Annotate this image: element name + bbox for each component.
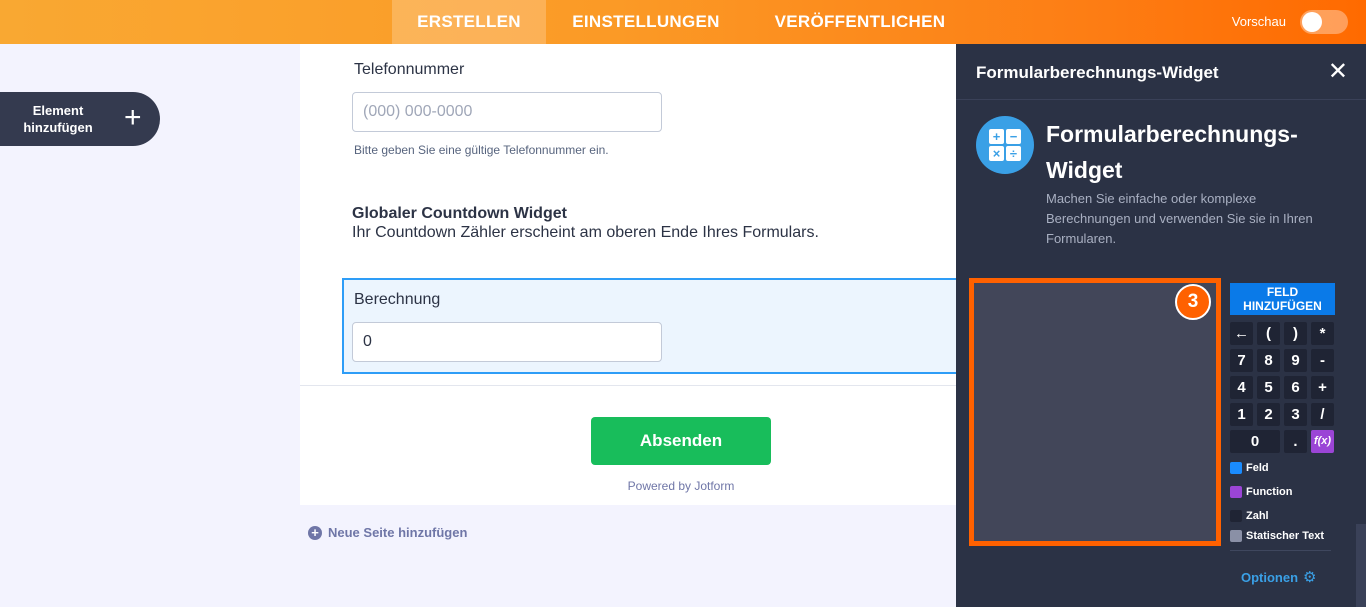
plus-circle-icon: + <box>308 525 322 540</box>
divider <box>300 385 956 386</box>
calculation-label: Berechnung <box>354 291 441 308</box>
keypad-key[interactable]: ( <box>1257 322 1280 345</box>
keypad-key[interactable]: 7 <box>1230 349 1253 372</box>
add-field-button[interactable]: FELD HINZUFÜGEN <box>1230 283 1335 315</box>
legend-feld: Feld <box>1230 462 1269 474</box>
legend-swatch <box>1230 530 1242 542</box>
keypad-key[interactable]: 0 <box>1230 430 1280 453</box>
widget-settings-panel: Formularberechnungs-Widget ✕ + − × ÷ Formu… <box>956 44 1366 607</box>
legend-swatch <box>1230 510 1242 522</box>
options-button[interactable]: Optionen ⚙ <box>1241 568 1317 586</box>
countdown-title: Globaler Countdown Widget <box>352 205 567 222</box>
keypad-key[interactable]: 8 <box>1257 349 1280 372</box>
preview-toggle[interactable] <box>1300 10 1348 34</box>
legend-swatch <box>1230 486 1242 498</box>
formula-editor[interactable] <box>969 278 1221 546</box>
keypad-key[interactable]: / <box>1311 403 1334 426</box>
legend-statischer-text: Statischer Text <box>1230 530 1324 542</box>
keypad-key[interactable]: + <box>1311 376 1334 399</box>
step-badge: 3 <box>1175 284 1211 320</box>
keypad-key[interactable]: 1 <box>1230 403 1253 426</box>
keypad-key[interactable]: ) <box>1284 322 1307 345</box>
calculator-icon: + − × ÷ <box>976 116 1034 174</box>
plus-icon: + <box>124 101 142 134</box>
keypad-key[interactable]: 3 <box>1284 403 1307 426</box>
tab-einstellungen[interactable]: EINSTELLUNGEN <box>560 0 732 44</box>
keypad-key[interactable]: . <box>1284 430 1307 453</box>
form-card: Telefonnummer Bitte geben Sie eine gülti… <box>300 44 958 505</box>
phone-hint: Bitte geben Sie eine gültige Telefonnumm… <box>354 143 609 157</box>
keypad-key[interactable]: 5 <box>1257 376 1280 399</box>
add-element-button[interactable]: Element hinzufügen + <box>0 92 160 146</box>
toggle-knob <box>1302 12 1322 32</box>
submit-button[interactable]: Absenden <box>591 417 771 465</box>
widget-description: Machen Sie einfache oder komplexe Berech… <box>1046 191 1313 246</box>
scrollbar[interactable] <box>1356 524 1366 607</box>
keypad-key[interactable]: 4 <box>1230 376 1253 399</box>
keypad-key[interactable]: 2 <box>1257 403 1280 426</box>
panel-title: Formularberechnungs-Widget <box>976 63 1219 82</box>
gear-icon: ⚙ <box>1303 569 1317 586</box>
legend-divider <box>1230 550 1331 551</box>
keypad-key[interactable]: 6 <box>1284 376 1307 399</box>
function-key[interactable]: f(x) <box>1311 430 1334 453</box>
tab-erstellen[interactable]: ERSTELLEN <box>392 0 546 44</box>
preview-label: Vorschau <box>1231 14 1286 29</box>
panel-header: Formularberechnungs-Widget ✕ <box>956 44 1366 100</box>
powered-by: Powered by Jotform <box>627 479 735 493</box>
countdown-description: Ihr Countdown Zähler erscheint am oberen… <box>352 224 819 241</box>
options-label: Optionen <box>1241 569 1299 585</box>
add-element-label: Element hinzufügen <box>23 103 93 135</box>
keypad-key[interactable]: ← <box>1230 322 1253 345</box>
close-icon[interactable]: ✕ <box>1328 58 1348 86</box>
legend-zahl: Zahl <box>1230 510 1269 522</box>
calculation-field-selected[interactable]: Berechnung <box>342 278 958 374</box>
calculation-input[interactable] <box>352 322 662 362</box>
phone-input[interactable] <box>352 92 662 132</box>
keypad-key[interactable]: 9 <box>1284 349 1307 372</box>
phone-label: Telefonnummer <box>354 61 465 78</box>
legend-function: Function <box>1230 486 1292 498</box>
top-navigation-bar: ERSTELLEN EINSTELLUNGEN VERÖFFENTLICHEN … <box>0 0 1366 44</box>
keypad-key[interactable]: - <box>1311 349 1334 372</box>
add-new-page-button[interactable]: + Neue Seite hinzufügen <box>308 525 467 540</box>
legend-swatch <box>1230 462 1242 474</box>
new-page-label: Neue Seite hinzufügen <box>328 525 468 540</box>
keypad-key[interactable]: * <box>1311 322 1334 345</box>
widget-name: Formularberechnungs-Widget <box>1046 121 1298 183</box>
tab-veroeffentlichen[interactable]: VERÖFFENTLICHEN <box>760 0 960 44</box>
